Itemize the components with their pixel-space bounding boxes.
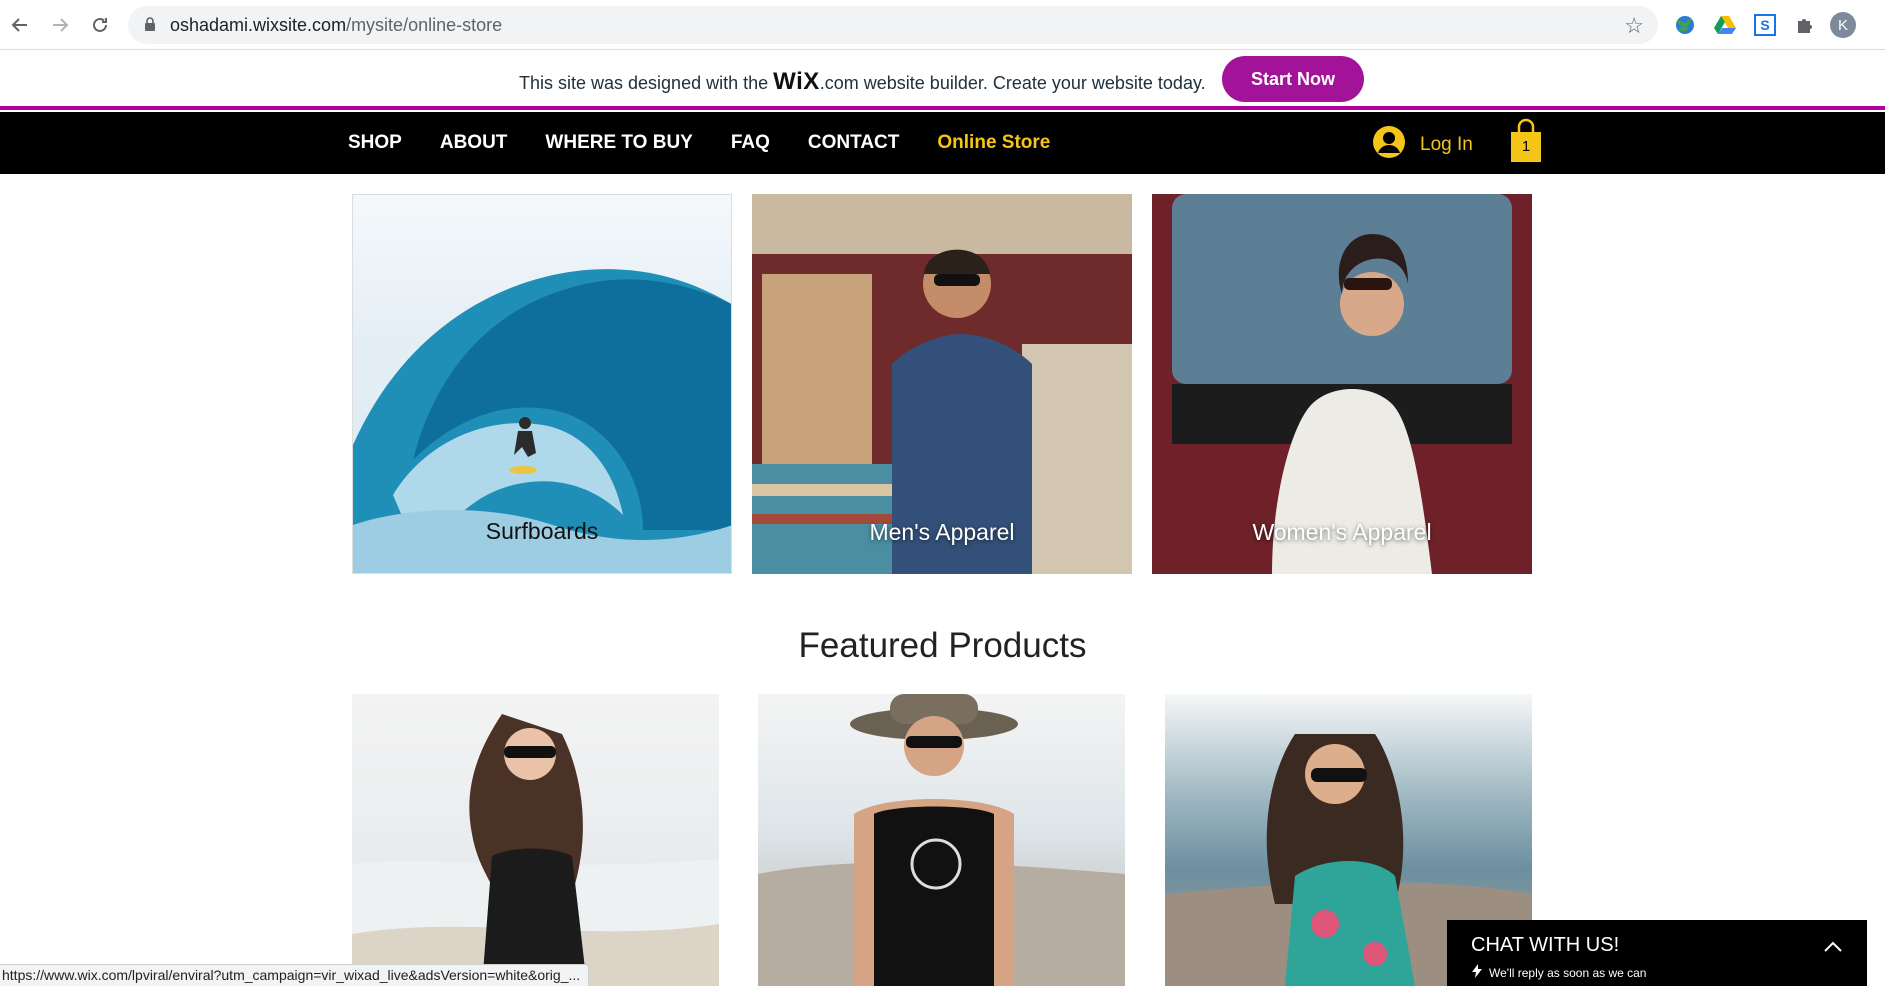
puzzle-extensions-icon[interactable] xyxy=(1792,12,1818,38)
bookmark-star-icon[interactable]: ☆ xyxy=(1624,13,1644,39)
wix-ad-banner: This site was designed with the WiX .com … xyxy=(0,50,1885,110)
google-drive-icon[interactable] xyxy=(1712,12,1738,38)
category-tile-womens-apparel[interactable]: Women's Apparel xyxy=(1152,194,1532,574)
cart-count: 1 xyxy=(1521,138,1531,155)
link-status-bar: https://www.wix.com/lpviral/enviral?utm_… xyxy=(0,964,590,986)
cart-button[interactable]: 1 xyxy=(1509,118,1543,164)
product-image-black-top xyxy=(352,714,719,986)
forward-arrow-icon[interactable] xyxy=(46,11,74,39)
login-label: Log In xyxy=(1420,133,1473,155)
chevron-up-icon[interactable] xyxy=(1823,940,1843,958)
main-menu: SHOP ABOUT WHERE TO BUY FAQ CONTACT Onli… xyxy=(348,112,1088,174)
reload-icon[interactable] xyxy=(86,11,114,39)
start-now-button[interactable]: Start Now xyxy=(1222,56,1364,102)
chat-subtitle-row: We'll reply as soon as we can xyxy=(1471,964,1646,981)
wix-logo: WiX xyxy=(773,68,820,95)
user-avatar-icon xyxy=(1372,125,1406,164)
product-card[interactable] xyxy=(758,694,1125,986)
chat-widget[interactable]: CHAT WITH US! We'll reply as soon as we … xyxy=(1447,920,1867,986)
menu-item-about[interactable]: ABOUT xyxy=(440,132,508,154)
menu-item-shop[interactable]: SHOP xyxy=(348,132,402,154)
url-text: oshadami.wixsite.com/mysite/online-store xyxy=(170,15,503,35)
product-card[interactable] xyxy=(352,694,719,986)
menu-item-contact[interactable]: CONTACT xyxy=(808,132,899,154)
site-header: SHOP ABOUT WHERE TO BUY FAQ CONTACT Onli… xyxy=(0,112,1885,174)
womens-apparel-image xyxy=(1152,194,1532,574)
menu-item-online-store[interactable]: Online Store xyxy=(937,132,1050,154)
category-tile-surfboards[interactable]: Surfboards xyxy=(352,194,732,574)
product-image-black-tank xyxy=(758,694,1125,986)
chat-subtitle: We'll reply as soon as we can xyxy=(1489,965,1647,980)
menu-item-where-to-buy[interactable]: WHERE TO BUY xyxy=(545,132,692,154)
back-arrow-icon[interactable] xyxy=(6,11,34,39)
chat-title: CHAT WITH US! xyxy=(1471,934,1620,956)
mens-apparel-image xyxy=(752,194,1132,574)
globe-extension-icon[interactable] xyxy=(1672,12,1698,38)
menu-item-faq[interactable]: FAQ xyxy=(731,132,770,154)
login-button[interactable]: Log In xyxy=(1372,125,1473,164)
browser-toolbar: oshadami.wixsite.com/mysite/online-store… xyxy=(0,0,1885,50)
profile-avatar[interactable]: K xyxy=(1830,12,1856,38)
svg-text:S: S xyxy=(1760,17,1769,33)
lock-icon xyxy=(144,17,156,37)
featured-products-title: Featured Products xyxy=(798,626,1087,665)
category-label-mens-apparel: Men's Apparel xyxy=(869,519,1015,545)
lightning-icon xyxy=(1471,964,1483,981)
s-extension-icon[interactable]: S xyxy=(1752,12,1778,38)
category-label-womens-apparel: Women's Apparel xyxy=(1252,519,1432,545)
address-bar[interactable]: oshadami.wixsite.com/mysite/online-store… xyxy=(128,6,1658,44)
wix-banner-text: This site was designed with the WiX .com … xyxy=(519,68,1206,95)
category-label-surfboards: Surfboards xyxy=(485,518,599,544)
category-tile-mens-apparel[interactable]: Men's Apparel xyxy=(752,194,1132,574)
